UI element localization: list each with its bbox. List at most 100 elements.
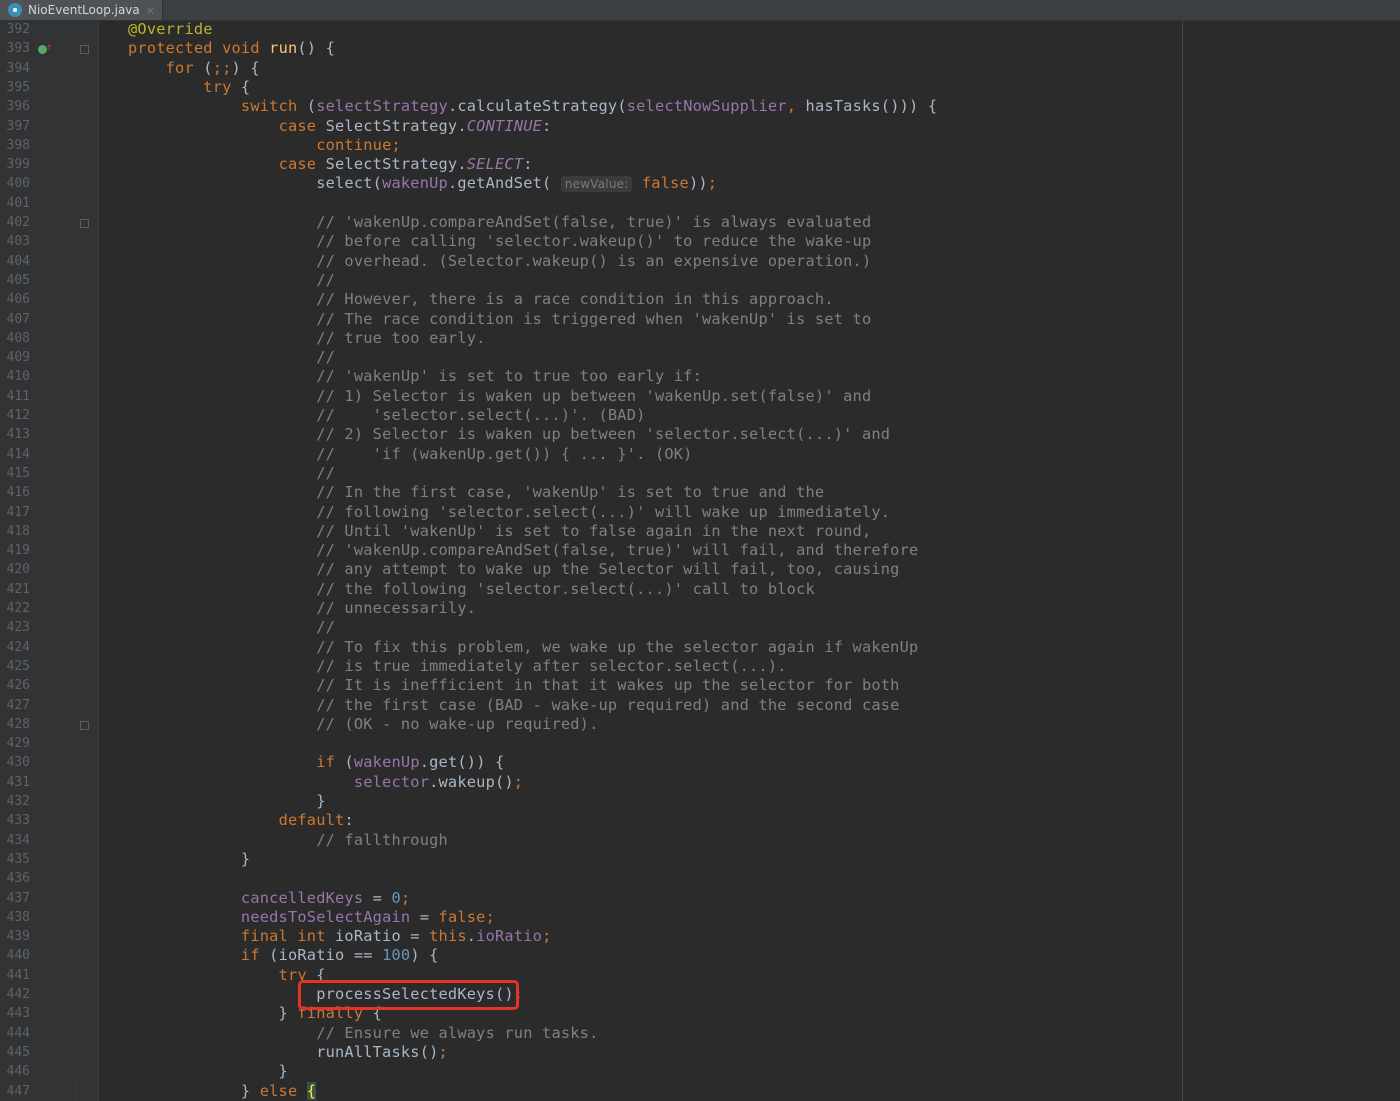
code-line[interactable]: 396 switch (selectStrategy.calculateStra… xyxy=(0,97,1400,116)
code-text: } xyxy=(128,792,326,810)
code-line[interactable]: 414 // 'if (wakenUp.get()) { ... }'. (OK… xyxy=(0,445,1400,464)
code-line[interactable]: 439 final int ioRatio = this.ioRatio; xyxy=(0,927,1400,946)
code-line[interactable]: 406 // However, there is a race conditio… xyxy=(0,290,1400,309)
code-text: // To fix this problem, we wake up the s… xyxy=(316,637,919,656)
code-line[interactable]: 419 // 'wakenUp.compareAndSet(false, tru… xyxy=(0,541,1400,560)
code-line[interactable]: 408 // true too early. xyxy=(0,329,1400,348)
code-line[interactable]: 395 try { xyxy=(0,78,1400,97)
code-text: // The race condition is triggered when … xyxy=(316,309,872,328)
close-icon[interactable]: × xyxy=(146,4,155,17)
line-number: 401 xyxy=(6,195,30,211)
code-line[interactable]: 424 // To fix this problem, we wake up t… xyxy=(0,638,1400,657)
code-line[interactable]: 427 // the first case (BAD - wake-up req… xyxy=(0,696,1400,715)
code-text: // true too early. xyxy=(316,328,486,347)
code-text: // before calling 'selector.wakeup()' to… xyxy=(316,232,872,251)
line-number: 427 xyxy=(6,697,30,713)
line-number: 394 xyxy=(6,60,30,76)
file-tab[interactable]: NioEventLoop.java × xyxy=(0,0,163,20)
line-number: 426 xyxy=(6,678,30,694)
line-number: 438 xyxy=(6,909,30,925)
code-line[interactable]: 393 protected void run() { xyxy=(0,39,1400,58)
code-line[interactable]: 437 cancelledKeys = 0; xyxy=(0,889,1400,908)
code-line[interactable]: 425 // is true immediately after selecto… xyxy=(0,657,1400,676)
code-line[interactable]: 417 // following 'selector.select(...)' … xyxy=(0,503,1400,522)
code-line[interactable]: 404 // overhead. (Selector.wakeup() is a… xyxy=(0,252,1400,271)
line-number: 429 xyxy=(6,736,30,752)
code-line[interactable]: 410 // 'wakenUp' is set to true too earl… xyxy=(0,367,1400,386)
code-text: try { xyxy=(203,77,251,96)
code-line[interactable]: 440 if (ioRatio == 100) { xyxy=(0,946,1400,965)
line-number: 446 xyxy=(6,1064,30,1080)
line-number: 435 xyxy=(6,851,30,867)
java-class-icon xyxy=(8,3,22,17)
line-number: 415 xyxy=(6,465,30,481)
code-line[interactable]: 420 // any attempt to wake up the Select… xyxy=(0,560,1400,579)
code-text: // following 'selector.select(...)' will… xyxy=(316,502,891,521)
code-line[interactable]: 397 case SelectStrategy.CONTINUE: xyxy=(0,117,1400,136)
code-line[interactable]: 421 // the following 'selector.select(..… xyxy=(0,580,1400,599)
line-number: 400 xyxy=(6,176,30,192)
code-line[interactable]: 409 // xyxy=(0,348,1400,367)
code-line[interactable]: 434 // fallthrough xyxy=(0,831,1400,850)
code-line[interactable]: 433 default: xyxy=(0,811,1400,830)
code-line[interactable]: 445 runAllTasks(); xyxy=(0,1043,1400,1062)
code-line[interactable]: 432 } xyxy=(0,792,1400,811)
code-text: // xyxy=(316,270,336,289)
code-text: continue; xyxy=(316,135,401,154)
code-line[interactable]: 436 xyxy=(0,869,1400,888)
code-line[interactable]: 431 selector.wakeup(); xyxy=(0,773,1400,792)
code-line[interactable]: 444 // Ensure we always run tasks. xyxy=(0,1024,1400,1043)
code-line[interactable]: 426 // It is inefficient in that it wake… xyxy=(0,676,1400,695)
code-text: // Ensure we always run tasks. xyxy=(316,1023,599,1042)
code-text: runAllTasks(); xyxy=(128,1042,448,1061)
code-line[interactable]: 405 // xyxy=(0,271,1400,290)
code-line[interactable]: 418 // Until 'wakenUp' is set to false a… xyxy=(0,522,1400,541)
code-line[interactable]: 401 xyxy=(0,194,1400,213)
code-line[interactable]: 413 // 2) Selector is waken up between '… xyxy=(0,425,1400,444)
code-text: // 'wakenUp.compareAndSet(false, true)' … xyxy=(316,213,872,231)
code-line[interactable]: 446 } xyxy=(0,1062,1400,1081)
code-text: // is true immediately after selector.se… xyxy=(316,656,787,675)
code-line[interactable]: 412 // 'selector.select(...)'. (BAD) xyxy=(0,406,1400,425)
line-number: 411 xyxy=(6,388,30,404)
code-text: } else { xyxy=(128,1081,317,1100)
code-text: // the first case (BAD - wake-up require… xyxy=(316,695,900,714)
code-line[interactable]: 442 processSelectedKeys(); xyxy=(0,985,1400,1004)
code-line[interactable]: 392 @Override xyxy=(0,20,1400,39)
code-text: // 'wakenUp' is set to true too early if… xyxy=(316,367,702,386)
code-text: case SelectStrategy.SELECT: xyxy=(278,155,533,174)
line-number: 403 xyxy=(6,234,30,250)
code-text: // However, there is a race condition in… xyxy=(316,290,834,309)
code-line[interactable]: 443 } finally { xyxy=(0,1004,1400,1023)
code-line[interactable]: 429 xyxy=(0,734,1400,753)
line-number: 418 xyxy=(6,523,30,539)
code-line[interactable]: 435 } xyxy=(0,850,1400,869)
code-line[interactable]: 441 try { xyxy=(0,966,1400,985)
line-number: 392 xyxy=(6,22,30,37)
code-line[interactable]: 394 for (;;) { xyxy=(0,59,1400,78)
line-number: 437 xyxy=(6,890,30,906)
line-number: 417 xyxy=(6,504,30,520)
code-text: // xyxy=(316,618,336,637)
code-line[interactable]: 400 select(wakenUp.getAndSet( newValue: … xyxy=(0,174,1400,193)
code-line[interactable]: 428 // (OK - no wake-up required). xyxy=(0,715,1400,734)
code-line[interactable]: 407 // The race condition is triggered w… xyxy=(0,310,1400,329)
code-line[interactable]: 447 } else { xyxy=(0,1081,1400,1101)
line-number: 409 xyxy=(6,350,30,366)
line-number: 445 xyxy=(6,1044,30,1060)
code-line[interactable]: 430 if (wakenUp.get()) { xyxy=(0,753,1400,772)
code-line[interactable]: 411 // 1) Selector is waken up between '… xyxy=(0,387,1400,406)
code-text: // It is inefficient in that it wakes up… xyxy=(316,676,900,695)
code-line[interactable]: 398 continue; xyxy=(0,136,1400,155)
line-number: 419 xyxy=(6,543,30,559)
code-line[interactable]: 416 // In the first case, 'wakenUp' is s… xyxy=(0,483,1400,502)
code-line[interactable]: 403 // before calling 'selector.wakeup()… xyxy=(0,232,1400,251)
code-line[interactable]: 423 // xyxy=(0,618,1400,637)
code-line[interactable]: 402 // 'wakenUp.compareAndSet(false, tru… xyxy=(0,213,1400,232)
code-line[interactable]: 438 needsToSelectAgain = false; xyxy=(0,908,1400,927)
code-line[interactable]: 422 // unnecessarily. xyxy=(0,599,1400,618)
line-number: 407 xyxy=(6,311,30,327)
line-number: 412 xyxy=(6,408,30,423)
code-line[interactable]: 399 case SelectStrategy.SELECT: xyxy=(0,155,1400,174)
code-line[interactable]: 415 // xyxy=(0,464,1400,483)
